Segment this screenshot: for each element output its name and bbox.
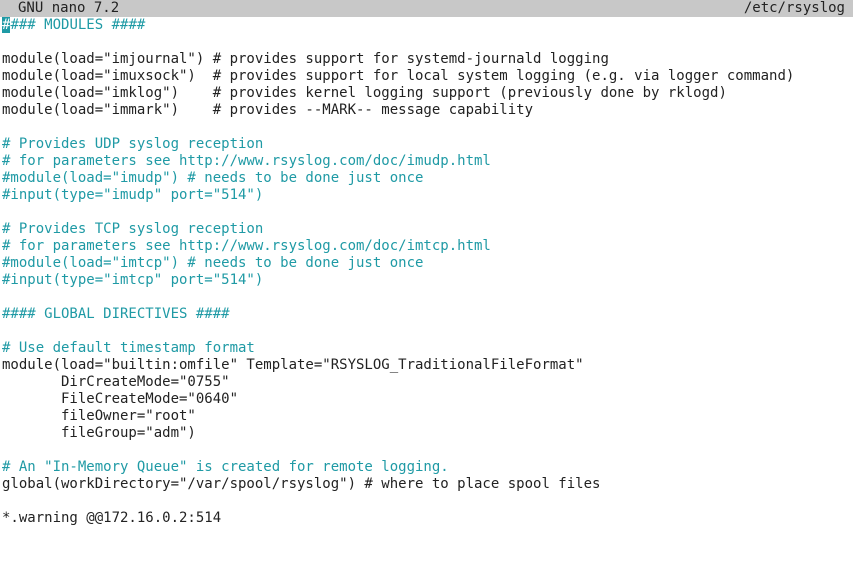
editor-line[interactable]: # for parameters see http://www.rsyslog.… — [2, 153, 851, 170]
editor-line[interactable]: module(load="immark") # provides --MARK-… — [2, 102, 851, 119]
editor-line[interactable]: *.warning @@172.16.0.2:514 — [2, 510, 851, 527]
editor-line[interactable] — [2, 493, 851, 510]
editor-line[interactable]: module(load="imuxsock") # provides suppo… — [2, 68, 851, 85]
editor-line[interactable]: module(load="imklog") # provides kernel … — [2, 85, 851, 102]
editor-line[interactable]: #module(load="imudp") # needs to be done… — [2, 170, 851, 187]
app-name: GNU nano 7.2 — [18, 0, 120, 16]
editor-line[interactable]: #input(type="imtcp" port="514") — [2, 272, 851, 289]
editor-line[interactable]: # An "In-Memory Queue" is created for re… — [2, 459, 851, 476]
editor-line[interactable]: DirCreateMode="0755" — [2, 374, 851, 391]
editor-line[interactable]: # Provides TCP syslog reception — [2, 221, 851, 238]
editor-line[interactable] — [2, 289, 851, 306]
editor-line[interactable] — [2, 442, 851, 459]
editor-line[interactable] — [2, 34, 851, 51]
editor-line[interactable]: #input(type="imudp" port="514") — [2, 187, 851, 204]
editor-line[interactable]: #module(load="imtcp") # needs to be done… — [2, 255, 851, 272]
editor-line[interactable]: #### MODULES #### — [2, 17, 851, 34]
editor-line[interactable]: # for parameters see http://www.rsyslog.… — [2, 238, 851, 255]
editor-line[interactable]: fileGroup="adm") — [2, 425, 851, 442]
editor-line[interactable]: # Use default timestamp format — [2, 340, 851, 357]
text-editor-area[interactable]: #### MODULES #### module(load="imjournal… — [2, 17, 851, 583]
editor-line[interactable]: fileOwner="root" — [2, 408, 851, 425]
nano-terminal-window: GNU nano 7.2 /etc/rsyslog #### MODULES #… — [0, 0, 853, 583]
editor-line[interactable] — [2, 204, 851, 221]
editor-line[interactable]: #### GLOBAL DIRECTIVES #### — [2, 306, 851, 323]
editor-line[interactable]: module(load="builtin:omfile" Template="R… — [2, 357, 851, 374]
editor-line[interactable]: module(load="imjournal") # provides supp… — [2, 51, 851, 68]
editor-line[interactable]: global(workDirectory="/var/spool/rsyslog… — [2, 476, 851, 493]
editor-line[interactable]: FileCreateMode="0640" — [2, 391, 851, 408]
nano-title-bar: GNU nano 7.2 /etc/rsyslog — [0, 0, 853, 17]
editor-line[interactable]: # Provides UDP syslog reception — [2, 136, 851, 153]
editor-line[interactable] — [2, 323, 851, 340]
file-name: /etc/rsyslog — [743, 0, 845, 16]
editor-line[interactable] — [2, 119, 851, 136]
line-text: ### MODULES #### — [10, 17, 146, 33]
